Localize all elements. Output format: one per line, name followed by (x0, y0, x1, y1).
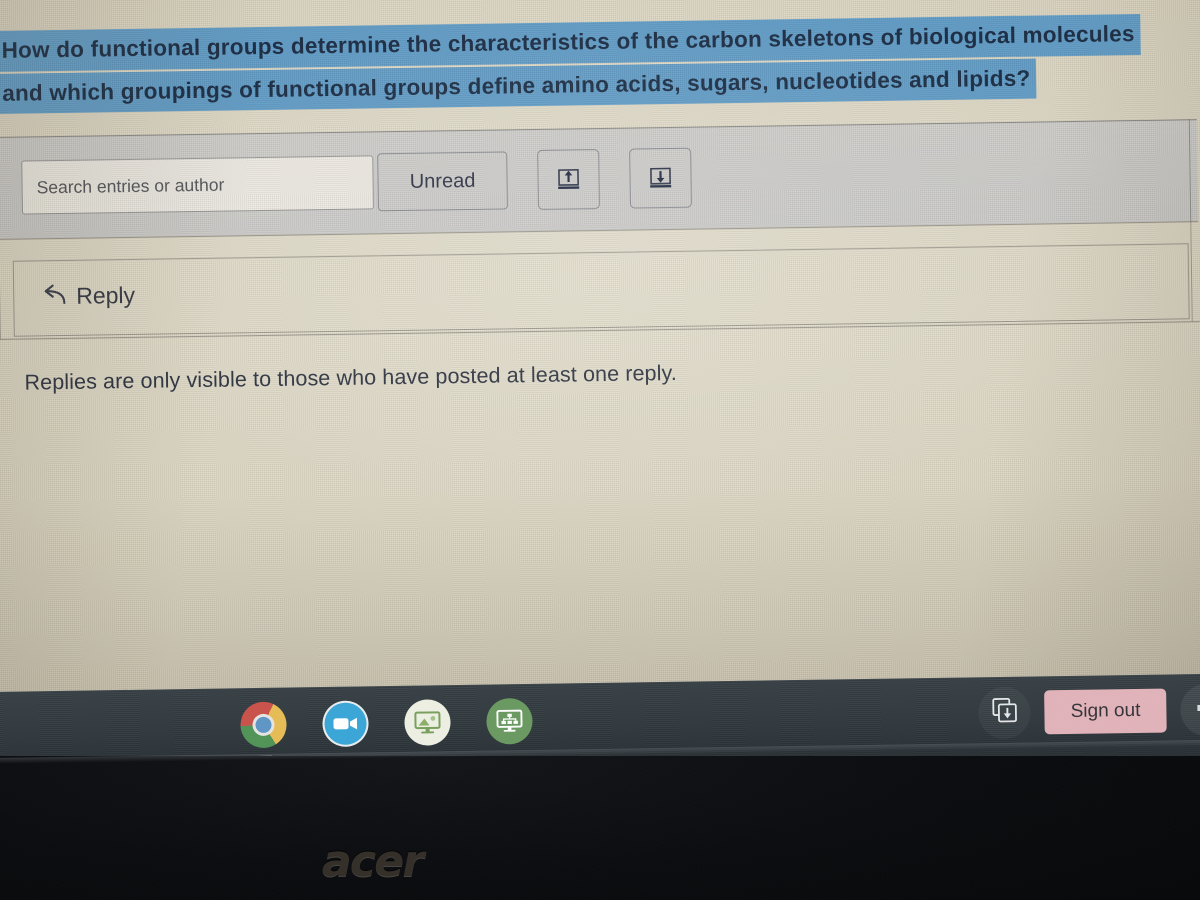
chrome-icon (240, 701, 287, 749)
shelf-app-monitor-landscape[interactable] (404, 699, 451, 746)
volume-icon (1193, 694, 1200, 725)
discussion-question: How do functional groups determine the c… (0, 13, 1196, 114)
discussion-toolbar: Unread (0, 119, 1198, 239)
replies-visibility-notice: Replies are only visible to those who ha… (24, 360, 678, 395)
monitor-network-icon (486, 697, 533, 745)
screen-capture-icon (991, 697, 1018, 729)
expand-threads-button[interactable] (629, 147, 693, 209)
sign-out-button[interactable]: Sign out (1044, 688, 1167, 735)
sign-out-label: Sign out (1070, 699, 1141, 722)
arrow-down-to-line-icon (647, 165, 673, 191)
volume-button[interactable] (1180, 683, 1200, 737)
screen-capture-button[interactable] (978, 686, 1032, 740)
monitor-landscape-icon (404, 699, 451, 746)
shelf-status-tray: Sign out (978, 683, 1200, 740)
photographed-laptop-screen: How do functional groups determine the c… (0, 0, 1200, 900)
laptop-display: How do functional groups determine the c… (0, 0, 1200, 714)
reply-button[interactable]: Reply (24, 263, 365, 326)
unread-filter-label: Unread (409, 169, 476, 193)
collapse-threads-button[interactable] (537, 149, 601, 210)
arrow-up-to-line-icon (555, 166, 581, 192)
zoom-icon (322, 700, 369, 748)
shelf-app-list (240, 697, 533, 761)
laptop-bezel (0, 756, 1200, 900)
reply-arrow-icon (38, 281, 68, 310)
acer-brand-logo: acer (322, 836, 424, 887)
shelf-app-chrome[interactable] (240, 701, 287, 761)
reply-row: Reply (12, 243, 1190, 337)
unread-filter-button[interactable]: Unread (377, 151, 509, 212)
shelf-app-zoom[interactable] (322, 700, 369, 748)
reply-button-label: Reply (76, 281, 136, 309)
canvas-discussion-page: How do functional groups determine the c… (0, 0, 1200, 699)
shelf-app-monitor-network[interactable] (486, 697, 533, 745)
search-input[interactable] (21, 155, 374, 215)
